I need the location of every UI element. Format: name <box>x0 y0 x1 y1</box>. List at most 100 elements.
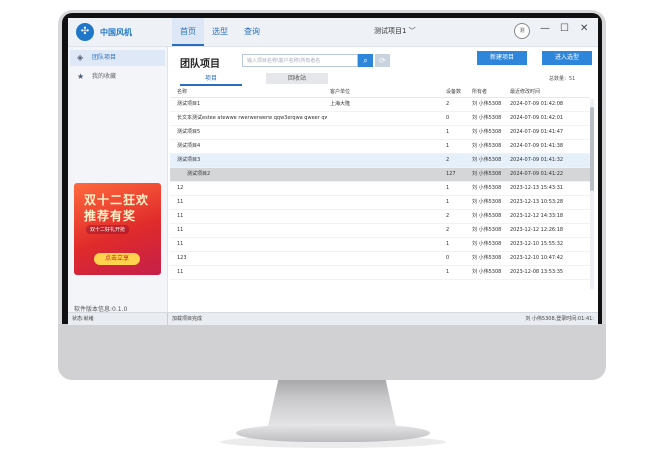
layers-icon: ◈ <box>77 53 84 62</box>
sidebar: ◈ 团队项目 ★ 我的收藏 双十二狂欢 推荐有奖 双十二好礼开抢 点击立享 软件… <box>68 47 168 313</box>
status-message: 加载项目完成 <box>172 316 203 322</box>
cell-devices: 1 <box>446 199 450 205</box>
table-row[interactable]: 11 1 刘 小伟5308 2023-12-13 10:53:28 <box>170 196 590 210</box>
cell-name: 12 <box>177 185 184 191</box>
table-row[interactable]: 测试项目5 1 刘 小伟5308 2024-07-09 01:41:47 <box>170 126 590 140</box>
cell-owner: 刘 小伟5308 <box>472 227 502 233</box>
cell-owner: 刘 小伟5308 <box>472 115 502 121</box>
sidebar-item-team-projects[interactable]: ◈ 团队项目 <box>70 50 165 66</box>
tab-projects[interactable]: 项目 <box>180 73 242 86</box>
cell-modified-time: 2023-12-10 15:55:32 <box>510 241 564 247</box>
cell-name: 测试项目4 <box>177 143 201 149</box>
cell-modified-time: 2024-07-09 01:41:38 <box>510 143 564 149</box>
cell-name: 11 <box>177 269 184 275</box>
cell-modified-time: 2023-12-12 12:26:18 <box>510 227 564 233</box>
app-window: ✣ 中国风机 首页 选型 查询 测试项目1 ﹀ 测 — ☐ ✕ ◈ 团队项目 ★… <box>68 18 598 325</box>
cell-devices: 2 <box>446 227 450 233</box>
col-devices[interactable]: 设备数 <box>446 87 468 97</box>
table-body: 测试项目1 上海大隆 2 刘 小伟5308 2024-07-09 01:42:08 长文本… <box>170 98 590 280</box>
cell-owner: 刘 小伟5308 <box>472 255 502 261</box>
table-row[interactable]: 测试项目1 上海大隆 2 刘 小伟5308 2024-07-09 01:42:08 <box>170 98 590 112</box>
tab-recycle-bin[interactable]: 回收站 <box>266 73 328 84</box>
cell-modified-time: 2024-07-09 01:41:47 <box>510 129 564 135</box>
project-selector[interactable]: 测试项目1 ﹀ <box>374 26 416 36</box>
cell-name: 测试项目2 <box>187 171 211 177</box>
cell-owner: 刘 小伟5308 <box>472 269 502 275</box>
col-owner[interactable]: 所有者 <box>472 87 508 97</box>
sidebar-item-label: 我的收藏 <box>92 73 117 80</box>
promo-claim-button[interactable]: 点击立享 <box>94 253 140 265</box>
col-name[interactable]: 名称 <box>177 87 327 97</box>
cell-name: 测试项目5 <box>177 129 201 135</box>
cell-name: 测试项目1 <box>177 101 201 107</box>
table-row[interactable]: 测试项目3 2 刘 小伟5308 2024-07-09 01:41:32 <box>170 154 590 168</box>
star-icon: ★ <box>77 72 85 81</box>
scrollbar-thumb[interactable] <box>590 107 594 191</box>
cell-devices: 0 <box>446 255 450 261</box>
monitor-chin <box>58 324 606 380</box>
fan-logo-icon: ✣ <box>76 23 94 41</box>
cell-modified-time: 2023-12-08 13:53:35 <box>510 269 564 275</box>
search-icon[interactable]: ⌕ <box>358 54 373 67</box>
nav-tab-query[interactable]: 查询 <box>236 18 268 46</box>
cell-modified-time: 2023-12-10 10:47:42 <box>510 255 564 261</box>
nav-tab-selection[interactable]: 选型 <box>204 18 236 46</box>
status-divider <box>167 313 168 325</box>
col-modified-time[interactable]: 最近修改时间 <box>510 87 590 97</box>
table-row[interactable]: 11 2 刘 小伟5308 2023-12-12 14:33:18 <box>170 210 590 224</box>
sidebar-item-favorites[interactable]: ★ 我的收藏 <box>70 69 165 85</box>
minimize-icon[interactable]: — <box>540 23 550 34</box>
cell-name: 11 <box>177 199 184 205</box>
cell-name: 测试项目3 <box>177 157 201 163</box>
cell-modified-time: 2023-12-13 15:43:31 <box>510 185 564 191</box>
table-row[interactable]: 测试项目2 127 刘 小伟5308 2024-07-09 01:41:22 <box>170 168 590 182</box>
cell-name: 11 <box>177 213 184 219</box>
nav-tab-home[interactable]: 首页 <box>172 18 204 46</box>
table-row[interactable]: 11 2 刘 小伟5308 2023-12-12 12:26:18 <box>170 224 590 238</box>
cell-modified-time: 2023-12-13 10:53:28 <box>510 199 564 205</box>
cell-devices: 1 <box>446 241 450 247</box>
enter-selection-button[interactable]: 进入选型 <box>542 51 592 65</box>
main-panel: 团队项目 输入项目名称\客户名称\所有者名 ⌕ ⟳ 新建项目 进入选型 总数量：… <box>168 47 598 325</box>
table-row[interactable]: 长文本测试estee atewwe rwerwerwerw qqw3erqwa … <box>170 112 590 126</box>
app-name: 中国风机 <box>100 28 132 37</box>
status-user: 刘 小伟5308,登录时间:01:41: <box>525 316 594 322</box>
col-customer[interactable]: 客户单位 <box>330 87 440 97</box>
user-avatar[interactable]: 测 <box>514 23 530 39</box>
cell-modified-time: 2023-12-12 14:33:18 <box>510 213 564 219</box>
cell-name: 长文本测试estee atewwe rwerwerwerw qqw3erqwa … <box>177 115 327 121</box>
cell-name: 123 <box>177 255 187 261</box>
cell-devices: 1 <box>446 269 450 275</box>
refresh-icon[interactable]: ⟳ <box>375 54 390 67</box>
cell-devices: 1 <box>446 129 450 135</box>
project-table: 名称 客户单位 设备数 所有者 最近修改时间 测试项目1 上海大隆 2 刘 小伟530… <box>170 87 590 280</box>
table-row[interactable]: 测试项目4 1 刘 小伟5308 2024-07-09 01:41:38 <box>170 140 590 154</box>
cell-modified-time: 2024-07-09 01:42:01 <box>510 115 564 121</box>
monitor-stand-base <box>236 424 430 442</box>
cell-modified-time: 2024-07-09 01:41:22 <box>510 171 564 177</box>
new-project-button[interactable]: 新建项目 <box>477 51 527 65</box>
table-row[interactable]: 123 0 刘 小伟5308 2023-12-10 10:47:42 <box>170 252 590 266</box>
cell-name: 11 <box>177 227 184 233</box>
sidebar-item-label: 团队项目 <box>92 54 117 61</box>
cell-owner: 刘 小伟5308 <box>472 143 502 149</box>
table-row[interactable]: 12 1 刘 小伟5308 2023-12-13 15:43:31 <box>170 182 590 196</box>
table-scrollbar[interactable] <box>590 99 594 289</box>
cell-devices: 0 <box>446 115 450 121</box>
cell-devices: 2 <box>446 101 450 107</box>
monitor-stand-neck <box>268 380 396 426</box>
table-row[interactable]: 11 1 刘 小伟5308 2023-12-10 15:55:32 <box>170 238 590 252</box>
promo-subtitle: 双十二好礼开抢 <box>86 225 130 234</box>
cell-devices: 127 <box>446 171 456 177</box>
promo-banner[interactable]: 双十二狂欢 推荐有奖 双十二好礼开抢 点击立享 <box>74 183 161 275</box>
search-input[interactable]: 输入项目名称\客户名称\所有者名 <box>242 54 358 67</box>
status-bar: 状态:就绪 加载项目完成 刘 小伟5308,登录时间:01:41: <box>68 312 598 325</box>
cell-owner: 刘 小伟5308 <box>472 241 502 247</box>
cell-name: 11 <box>177 241 184 247</box>
table-row[interactable]: 11 1 刘 小伟5308 2023-12-08 13:53:35 <box>170 266 590 280</box>
cell-owner: 刘 小伟5308 <box>472 171 502 177</box>
cell-devices: 2 <box>446 157 450 163</box>
page-title: 团队项目 <box>180 59 220 70</box>
maximize-icon[interactable]: ☐ <box>560 23 569 34</box>
close-icon[interactable]: ✕ <box>580 23 588 34</box>
